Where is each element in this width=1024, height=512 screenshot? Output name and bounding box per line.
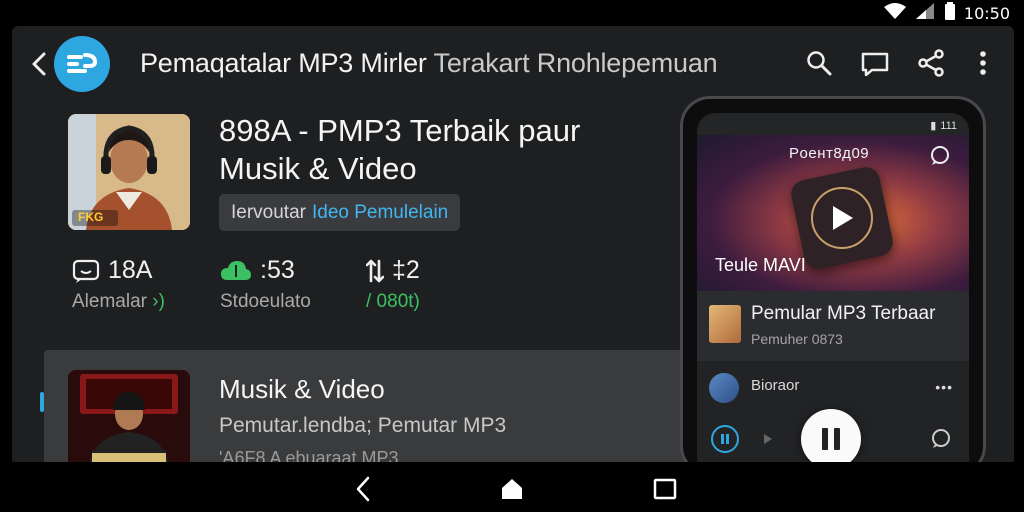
phone-comment-icon[interactable] (927, 425, 955, 453)
phone-pause-button[interactable] (801, 409, 861, 462)
phone-player-name: Bioraor (751, 377, 800, 394)
phone-pause-small-icon[interactable] (711, 425, 739, 453)
phone-screen: ▮ 111 Pоент8д09 Teule MAVI Pemular MP3 T… (697, 113, 969, 462)
stat-label: Stdoeulato (220, 291, 311, 312)
cloud-icon (221, 260, 251, 280)
phone-song-thumbnail (709, 305, 741, 343)
phone-chat-icon[interactable] (929, 145, 951, 172)
back-nav-icon[interactable] (350, 476, 376, 502)
play-icon (833, 206, 853, 230)
stat-suffix: ›) (152, 291, 165, 312)
phone-more-icon[interactable]: ••• (935, 379, 953, 395)
stat-label: / 080t) (366, 291, 420, 312)
phone-song-subtitle: Pemuher 0873 (751, 331, 843, 347)
phone-song-row[interactable]: Pemular MP3 Terbaar Pemuher 0873 (697, 291, 969, 361)
phone-hero[interactable]: Pоент8д09 Teule MAVI (697, 135, 969, 291)
share-icon[interactable] (916, 48, 946, 78)
top-bar: Pemaqatalar MP3 Mirler Terakart Rnohlepe… (12, 26, 1014, 102)
phone-hero-label: Teule MAVI (715, 255, 806, 275)
pause-icon (822, 428, 828, 450)
app-logo[interactable] (54, 36, 110, 92)
app-title-secondary: Terakart Rnohlepemuan (433, 48, 718, 78)
list-item-subtitle: Pemutar.lendba; Pemutar MP3 (219, 414, 507, 437)
cast-icon[interactable] (860, 48, 890, 78)
back-button[interactable] (28, 50, 52, 78)
avatar[interactable] (709, 373, 739, 403)
more-vertical-icon[interactable] (968, 48, 998, 78)
list-item-meta: 'A6F8 A ebuaraat MP3 (219, 448, 399, 462)
system-nav-bar (0, 462, 1024, 512)
status-icons: 10:50 (883, 1, 1010, 25)
stat-likes[interactable]: 18A Alemalar ›) (72, 256, 165, 313)
search-icon[interactable] (804, 48, 834, 78)
album-title: 898A - PMP3 Terbaik paur Musik & Video (219, 113, 581, 186)
signal-icon (914, 2, 936, 24)
logo-glyph-icon (67, 53, 97, 73)
thumbnail-artist (68, 370, 190, 462)
home-nav-icon[interactable] (499, 476, 525, 502)
app-title-main: Pemaqatalar MP3 Mirler (140, 48, 427, 78)
status-time: 10:50 (963, 3, 1010, 23)
smile-chat-icon (72, 259, 100, 283)
phone-song-title: Pemular MP3 Terbaar (751, 303, 936, 324)
stat-value: 18A (108, 256, 153, 284)
phone-signal-icon: ▮ (930, 120, 937, 132)
phone-hero-title: Pоент8д09 (789, 145, 870, 162)
tag-chip-label: Iervoutar (231, 201, 306, 223)
swap-icon (366, 259, 384, 282)
list-item-title: Musik & Video (219, 374, 385, 404)
battery-icon (944, 1, 956, 25)
phone-player: Bioraor ••• (697, 361, 969, 462)
recents-nav-icon[interactable] (652, 476, 678, 502)
stat-label: Alemalar (72, 291, 147, 312)
phone-status-text: 111 (940, 119, 957, 132)
app-window: Pemaqatalar MP3 Mirler Terakart Rnohlepe… (12, 26, 1014, 462)
wifi-icon (883, 2, 906, 24)
app-title: Pemaqatalar MP3 Mirler Terakart Rnohlepe… (140, 48, 718, 79)
stat-shares[interactable]: ‡2 / 080t) (366, 256, 420, 313)
album-art[interactable]: FKG (68, 114, 190, 230)
phone-status-bar: ▮ 111 (930, 119, 957, 133)
stat-value: ‡2 (392, 256, 420, 284)
tag-chip[interactable]: Iervoutar Ideo Pemulelain (219, 194, 461, 231)
phone-mockup: ▮ 111 Pоент8д09 Teule MAVI Pemular MP3 T… (680, 96, 986, 462)
phone-skip-icon[interactable] (755, 425, 783, 453)
stat-downloads[interactable]: :53 Stdoeulato (220, 256, 311, 313)
list-item-thumbnail[interactable] (68, 370, 190, 462)
stat-value: :53 (260, 256, 295, 284)
status-bar: 10:50 (0, 0, 1024, 26)
album-art-badge: FKG (78, 210, 104, 224)
tag-chip-link: Ideo Pemulelain (311, 201, 449, 223)
